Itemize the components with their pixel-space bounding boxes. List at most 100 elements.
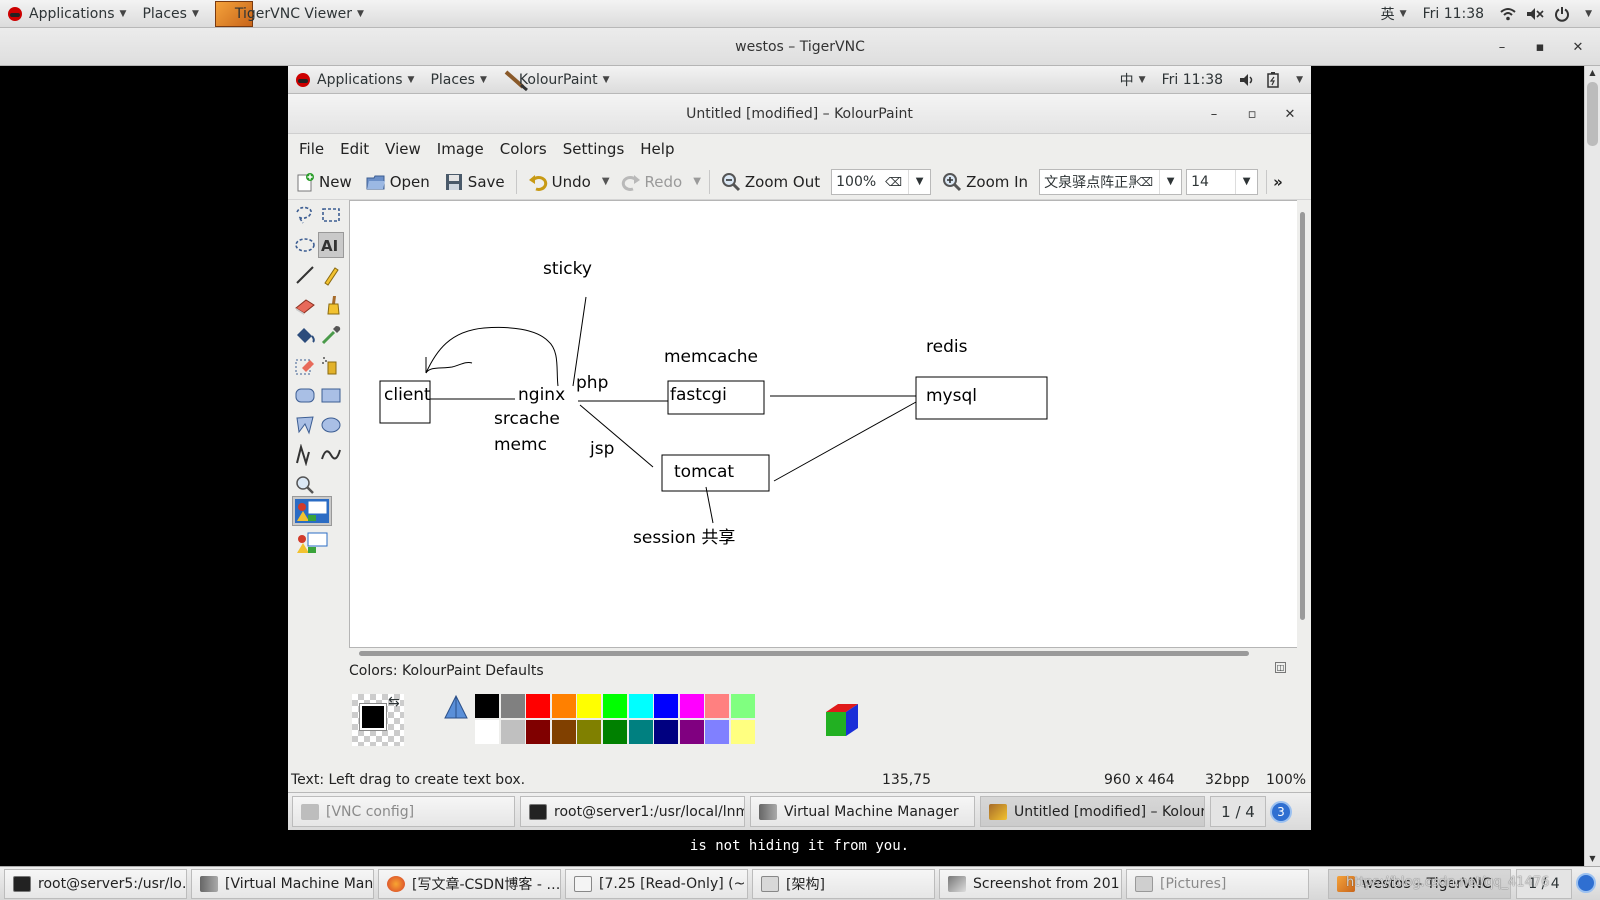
kp-minimize-button[interactable]: – [1195,94,1233,134]
curve-tool[interactable] [318,442,344,468]
new-button[interactable]: New [288,167,359,197]
kp-close-button[interactable]: ✕ [1271,94,1309,134]
swap-colors-icon[interactable]: ⇆ [388,694,400,710]
workspace-pager[interactable]: 1 / 4 [1210,796,1266,827]
font-family-combo[interactable]: 文泉驿点阵正黑 ⌫ ▼ [1039,168,1183,195]
polygon-tool[interactable] [292,412,318,438]
text-tool[interactable]: AI [318,232,344,258]
system-status-menu[interactable]: ▼ [1492,0,1600,28]
palette-swatch[interactable] [500,720,526,745]
clock[interactable]: Fri 11:38 [1415,0,1492,28]
zoom-tool[interactable] [292,472,318,498]
task-pictures-folder[interactable]: [Pictures] [1126,869,1309,899]
flood-fill-tool[interactable] [292,322,318,348]
menu-help[interactable]: Help [632,140,682,158]
task-remote-terminal[interactable]: root@server1:/usr/local/lnm… [520,796,745,827]
undo-button[interactable]: Undo [521,167,598,197]
clear-icon[interactable]: ⌫ [885,175,902,189]
menu-settings[interactable]: Settings [555,140,633,158]
chevron-down-icon[interactable]: ▼ [1159,169,1182,194]
rect-tool[interactable] [318,382,344,408]
undock-icon[interactable]: ◫ [1275,662,1286,673]
scroll-up-icon[interactable]: ▲ [1585,66,1600,80]
menu-file[interactable]: File [291,140,332,158]
palette-swatch[interactable] [705,694,731,719]
color-cube-icon[interactable] [822,700,862,740]
palette-swatch[interactable] [526,720,552,745]
notification-badge[interactable]: 3 [1270,801,1292,823]
horizontal-scroll-thumb[interactable] [359,651,1249,656]
input-method-indicator[interactable]: 英 ▼ [1373,0,1415,28]
task-architecture-image[interactable]: [架构] [752,869,935,899]
palette-swatch[interactable] [654,694,680,719]
palette-swatch[interactable] [551,720,577,745]
scroll-down-icon[interactable]: ▼ [1585,852,1600,866]
kp-maximize-button[interactable]: ▫ [1233,94,1271,134]
maximize-button[interactable]: ▪ [1521,28,1559,66]
zoom-level-combo[interactable]: 100% ⌫ ▼ [831,168,932,195]
palette-swatch[interactable] [679,720,705,745]
close-button[interactable]: ✕ [1559,28,1597,66]
palette-swatch[interactable] [731,720,756,745]
palette-swatch[interactable] [654,720,680,745]
remote-input-method[interactable]: 中 ▼ [1112,66,1154,94]
palette-swatch[interactable] [628,694,654,719]
canvas-horizontal-scrollbar[interactable] [349,648,1297,660]
rect-select-tool[interactable] [318,202,344,228]
task-virt-manager[interactable]: Virtual Machine Manager [750,796,975,827]
palette-swatch[interactable] [603,720,628,745]
menu-view[interactable]: View [377,140,429,158]
redo-dropdown[interactable]: ▼ [689,167,705,197]
rounded-rect-tool[interactable] [292,382,318,408]
brush-tool[interactable] [318,292,344,318]
menu-colors[interactable]: Colors [492,140,555,158]
remote-applications-menu[interactable]: Applications ▼ [288,66,422,94]
polyline-tool[interactable] [292,442,318,468]
ellipse-tool[interactable] [318,412,344,438]
foreground-color[interactable] [359,703,387,731]
palette-swatch[interactable] [577,720,603,745]
applications-menu[interactable]: Applications ▼ [0,0,134,28]
remote-places-menu[interactable]: Places ▼ [422,66,494,94]
palette-swatch[interactable] [475,720,500,745]
redo-button[interactable]: Redo [614,167,690,197]
task-firefox-csdn[interactable]: [写文章-CSDN博客 - … [378,869,561,899]
eraser-tool[interactable] [292,292,318,318]
undo-dropdown[interactable]: ▼ [598,167,614,197]
free-form-select-tool[interactable] [292,202,318,228]
task-screenshot[interactable]: Screenshot from 201… [939,869,1122,899]
open-button[interactable]: Open [359,167,437,197]
current-colors[interactable]: ⇆ [352,694,404,746]
line-tool[interactable] [292,262,318,288]
palette-swatch[interactable] [731,694,756,719]
opaque-selection-option[interactable] [292,496,332,526]
task-virtual-machine-manager[interactable]: [Virtual Machine Mana… [191,869,374,899]
menu-edit[interactable]: Edit [332,140,377,158]
minimize-button[interactable]: – [1483,28,1521,66]
task-vnc-config[interactable]: [VNC config] [292,796,515,827]
vnc-vertical-scrollbar[interactable]: ▲ ▼ [1584,66,1600,866]
task-kolourpaint[interactable]: Untitled [modified] – Kolour… [980,796,1205,827]
vertical-scroll-thumb[interactable] [1300,212,1305,620]
palette-swatch[interactable] [679,694,705,719]
palette-swatch[interactable] [603,694,628,719]
drawing-canvas[interactable]: sticky client nginx srcache memc php jsp… [349,200,1299,648]
palette-swatch[interactable] [705,720,731,745]
pen-tool[interactable] [318,262,344,288]
task-text-editor[interactable]: [7.25 [Read-Only] (~… [565,869,748,899]
remote-clock[interactable]: Fri 11:38 [1154,66,1231,94]
toolbar-overflow-button[interactable]: » [1271,167,1285,197]
transparent-color-icon[interactable] [442,694,470,722]
remote-active-app-menu[interactable]: KolourPaint ▼ [495,66,618,94]
clear-icon[interactable]: ⌫ [1136,174,1154,189]
task-terminal-server5[interactable]: root@server5:/usr/lo… [4,869,187,899]
ellipse-select-tool[interactable] [292,232,318,258]
zoom-in-button[interactable]: Zoom In [935,167,1035,197]
palette-swatch[interactable] [551,694,577,719]
active-app-menu[interactable]: TigerVNC Viewer ▼ [207,0,372,28]
save-button[interactable]: Save [437,167,512,197]
color-eraser-tool[interactable] [292,352,318,378]
palette-swatch[interactable] [628,720,654,745]
remote-status-menu[interactable]: ▼ [1231,66,1311,94]
places-menu[interactable]: Places ▼ [134,0,206,28]
